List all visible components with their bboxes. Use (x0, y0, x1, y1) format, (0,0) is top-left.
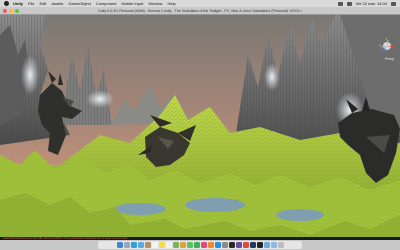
menu-gameobject[interactable]: GameObject (68, 1, 90, 6)
zoom-button[interactable] (15, 9, 19, 13)
chrome-icon[interactable] (242, 242, 249, 248)
mist-particles-center (86, 90, 114, 108)
menu-file[interactable]: File (28, 1, 34, 6)
calendar-icon[interactable] (151, 242, 158, 248)
preferences-icon[interactable] (221, 242, 228, 248)
mist-particles-left (21, 55, 39, 95)
messages-icon[interactable] (186, 242, 193, 248)
terminal-icon[interactable] (256, 242, 263, 248)
appstore-icon[interactable] (214, 242, 221, 248)
ibooks-icon[interactable] (207, 242, 214, 248)
dock (0, 240, 400, 250)
water-pool-left (114, 203, 166, 215)
reminders-icon[interactable] (165, 242, 172, 248)
projection-label[interactable]: Persp (385, 57, 394, 61)
mail-icon[interactable] (137, 242, 144, 248)
clock[interactable]: Vie 22 mar. 14:04 (356, 1, 387, 6)
notes-icon[interactable] (158, 242, 165, 248)
scene-orientation-gizmo[interactable] (376, 35, 398, 57)
monodevelop-icon[interactable] (235, 242, 242, 248)
menu-window[interactable]: Window (148, 1, 162, 6)
maps-icon[interactable] (172, 242, 179, 248)
safari-icon[interactable] (130, 242, 137, 248)
wifi-icon[interactable] (337, 1, 343, 6)
minimize-button[interactable] (9, 9, 13, 13)
menu-app-name[interactable]: Unity (13, 1, 23, 6)
apple-icon[interactable] (4, 1, 9, 6)
battery-icon[interactable] (346, 1, 352, 6)
itunes-icon[interactable] (200, 242, 207, 248)
close-button[interactable] (3, 9, 7, 13)
menu-assets[interactable]: Assets (51, 1, 63, 6)
status-area: Vie 22 mar. 14:04 (337, 1, 396, 6)
mist-particles-right (264, 63, 280, 91)
photos-icon[interactable] (179, 242, 186, 248)
menu-component[interactable]: Component (96, 1, 117, 6)
contacts-icon[interactable] (144, 242, 151, 248)
downloads-icon[interactable] (270, 242, 277, 248)
scene-view[interactable]: Persp (0, 15, 400, 237)
water-pool-center (185, 198, 245, 212)
menu-edit[interactable]: Edit (39, 1, 46, 6)
trash-icon[interactable] (277, 242, 284, 248)
window-controls (3, 9, 19, 13)
water-pool-right (276, 209, 324, 221)
search-icon[interactable] (391, 1, 396, 6)
finder-icon[interactable] (116, 242, 123, 248)
unity-icon[interactable] (228, 242, 235, 248)
menu-mobile-input[interactable]: Mobile Input (122, 1, 144, 6)
dock-shelf (98, 241, 302, 249)
scene-render (0, 15, 400, 237)
launchpad-icon[interactable] (123, 242, 130, 248)
window-title-bar: Unity 5.0.2f1 Personal (64bit) - Escena … (0, 7, 400, 15)
facetime-icon[interactable] (193, 242, 200, 248)
photoshop-icon[interactable] (249, 242, 256, 248)
window-title: Unity 5.0.2f1 Personal (64bit) - Escena … (98, 8, 302, 13)
folder-icon[interactable] (263, 242, 270, 248)
menu-bar: Unity File Edit Assets GameObject Compon… (0, 0, 400, 7)
menu-help[interactable]: Help (168, 1, 176, 6)
